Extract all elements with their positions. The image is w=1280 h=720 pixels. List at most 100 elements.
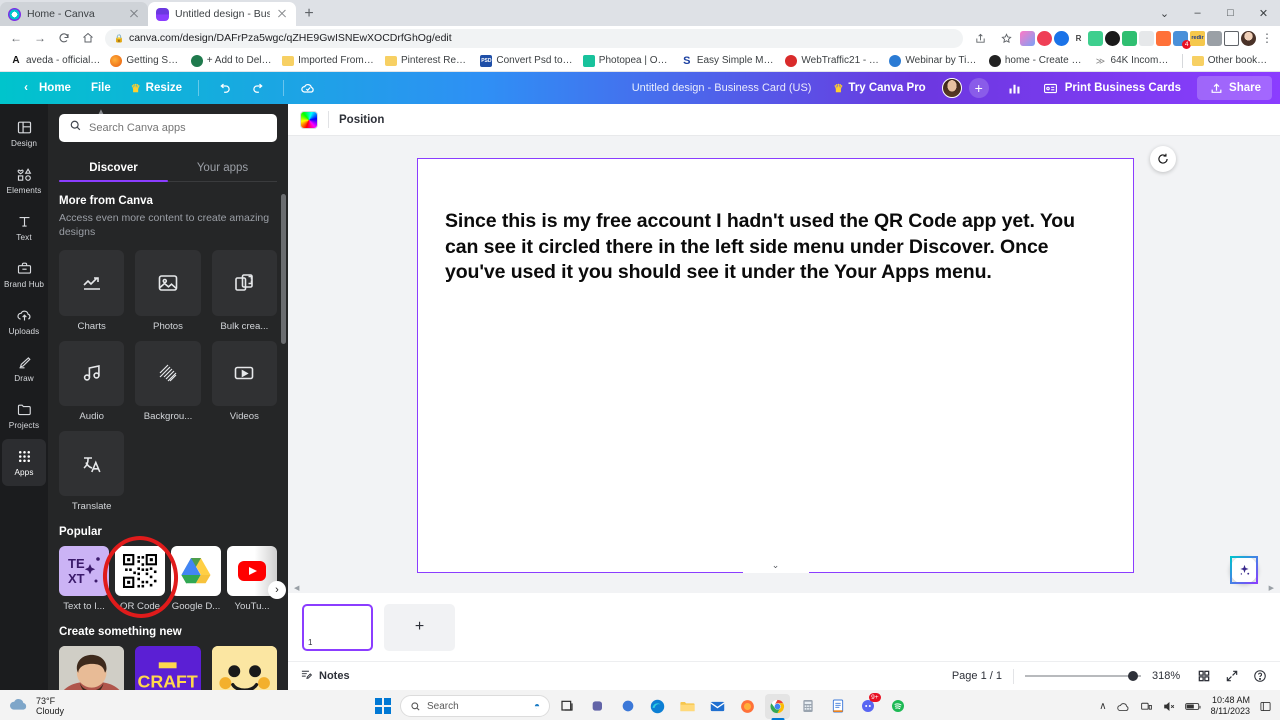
page-text-element[interactable]: Since this is my free account I hadn't u… — [445, 209, 1111, 286]
pocket-ext-icon[interactable] — [1037, 30, 1052, 46]
windows-start-icon[interactable] — [370, 694, 395, 719]
search-input[interactable] — [89, 122, 267, 134]
battery-icon[interactable] — [1184, 701, 1202, 712]
sidebar-item-elements[interactable]: Elements — [2, 157, 46, 204]
bookmark-item[interactable]: home - Create Succ... — [984, 54, 1090, 67]
sidebar-item-draw[interactable]: Draw — [2, 345, 46, 392]
bing-copilot-icon[interactable]: ◓ — [534, 701, 540, 712]
sidebar-item-text[interactable]: Text — [2, 204, 46, 251]
sidebar-item-brand-hub[interactable]: Brand Hub — [2, 251, 46, 298]
bookmark-item[interactable]: ≫ 64K Income Free — [1090, 54, 1178, 67]
app-translate[interactable]: Translate — [59, 431, 125, 512]
discord-icon[interactable]: 9+ — [855, 692, 881, 719]
page-thumbnail-1[interactable]: 1 — [302, 603, 373, 651]
undo-button[interactable] — [205, 76, 241, 100]
forward-icon[interactable]: → — [28, 27, 52, 49]
network-icon[interactable] — [1140, 700, 1153, 713]
close-icon[interactable] — [276, 8, 288, 20]
taskview-icon[interactable] — [555, 694, 580, 719]
profile-avatar[interactable] — [1241, 30, 1256, 46]
address-bar[interactable]: 🔒 canva.com/design/DAFrPza5wgc/qZHE9GwIS… — [105, 28, 963, 48]
bookmark-item[interactable]: Photopea | Online... — [578, 54, 676, 67]
share-icon[interactable] — [968, 27, 992, 49]
avatar[interactable] — [941, 78, 962, 98]
app-youtube[interactable]: YouTu... — [227, 546, 277, 612]
app-text-to-image[interactable]: TE XT Text to I... — [59, 546, 109, 612]
teams-icon[interactable] — [585, 694, 610, 719]
bookmark-item[interactable]: WebTraffic21 - Targ... — [780, 54, 884, 67]
browser-tab-2[interactable]: Untitled design - Business Card ( — [148, 2, 296, 26]
sidebar-item-apps[interactable]: Apps — [2, 439, 46, 486]
bookmark-item[interactable]: PSD Convert Psd to Jpg... — [475, 54, 577, 67]
document-title[interactable]: Untitled design - Business Card (US) — [632, 82, 826, 94]
scroll-left-icon[interactable]: ◀ — [294, 584, 299, 592]
zoom-knob[interactable] — [1128, 671, 1138, 681]
heart-ext-icon[interactable] — [1020, 30, 1035, 46]
other-bookmarks-button[interactable]: Other bookmarks — [1187, 55, 1275, 66]
rb-ext-icon[interactable]: R — [1071, 30, 1086, 46]
back-icon[interactable]: ← — [4, 27, 28, 49]
chevron-right-icon[interactable]: › — [268, 581, 286, 600]
app-typecraft[interactable]: CRAFT TypeCraft — [135, 646, 201, 690]
fox-ext-icon[interactable] — [1156, 30, 1171, 46]
rotate-button[interactable] — [1150, 146, 1176, 172]
taskbar-clock[interactable]: 10:48 AM 8/11/2023 — [1211, 695, 1250, 717]
bookmark-item[interactable]: Imported From Fire... — [277, 55, 380, 66]
fullscreen-icon[interactable] — [1223, 668, 1240, 685]
app-photos[interactable]: Photos — [135, 250, 201, 332]
sidebar-item-design[interactable]: Design — [2, 110, 46, 157]
position-button[interactable]: Position — [339, 114, 384, 126]
chrome-icon[interactable] — [765, 693, 790, 719]
bookmark-item[interactable]: Pinterest Research — [380, 55, 475, 66]
dark-ext-icon[interactable] — [1105, 30, 1120, 46]
print-business-cards-button[interactable]: Print Business Cards — [1033, 76, 1191, 100]
firefox-icon[interactable] — [735, 694, 760, 719]
close-icon[interactable] — [128, 8, 140, 20]
bookmark-star-icon[interactable] — [994, 27, 1018, 49]
bookmark-item[interactable]: + Add to Delicious — [186, 54, 277, 67]
file-menu-button[interactable]: File — [81, 76, 121, 100]
bookmark-item[interactable]: Webinar by Tim Er... — [884, 54, 983, 67]
search-canva-apps-box[interactable] — [59, 114, 277, 142]
panel-scroll-up-icon[interactable]: ▲ — [96, 106, 106, 116]
help-icon[interactable] — [1251, 668, 1268, 685]
edge-icon[interactable] — [645, 694, 670, 719]
video-ext-icon[interactable] — [1122, 30, 1137, 46]
spotify-icon[interactable] — [885, 694, 910, 719]
notion-ext-icon[interactable] — [1088, 30, 1103, 46]
design-page[interactable]: Since this is my free account I hadn't u… — [417, 158, 1134, 573]
widgets-icon[interactable] — [615, 694, 640, 719]
redo-button[interactable] — [241, 76, 277, 100]
redir-ext-icon[interactable]: redir — [1190, 30, 1205, 46]
rainbow-color-icon[interactable] — [300, 110, 318, 129]
bookmark-item[interactable]: A aveda - official site... — [5, 54, 105, 67]
tab-your-apps[interactable]: Your apps — [168, 155, 277, 181]
add-collaborator-button[interactable]: + — [968, 78, 989, 98]
add-page-button[interactable]: + — [384, 603, 455, 651]
app-qr-code[interactable]: QR Code — [115, 546, 165, 612]
app-google-drive[interactable]: Google D... — [171, 546, 221, 612]
home-button[interactable]: ‹ Home — [8, 76, 81, 100]
notification-icon[interactable] — [1259, 700, 1272, 713]
notepad-icon[interactable] — [825, 694, 850, 719]
volume-muted-icon[interactable] — [1162, 700, 1176, 713]
notes-button[interactable]: Notes — [300, 668, 350, 684]
onedrive-icon[interactable] — [1116, 701, 1131, 712]
calculator-icon[interactable] — [795, 694, 820, 719]
tab-discover[interactable]: Discover — [59, 155, 168, 182]
panel-scrollbar[interactable] — [281, 194, 286, 344]
minimize-button[interactable]: – — [1181, 0, 1214, 26]
try-canva-pro-button[interactable]: ♛ Try Canva Pro — [825, 82, 933, 95]
scroll-right-icon[interactable]: ▶ — [1269, 584, 1274, 592]
sidebar-item-projects[interactable]: Projects — [2, 392, 46, 439]
reload-icon[interactable] — [52, 27, 76, 49]
camera-ext-icon[interactable] — [1139, 30, 1154, 46]
home-icon[interactable] — [76, 27, 100, 49]
mail-icon[interactable] — [705, 694, 730, 719]
magic-ai-button[interactable] — [1230, 556, 1258, 584]
grid-view-icon[interactable] — [1195, 668, 1212, 685]
app-bulk-create[interactable]: Bulk crea... — [211, 250, 277, 332]
share-button[interactable]: Share — [1197, 76, 1272, 100]
close-window-button[interactable]: ✕ — [1247, 0, 1280, 26]
taskbar-search[interactable]: Search ◓ — [400, 695, 550, 717]
